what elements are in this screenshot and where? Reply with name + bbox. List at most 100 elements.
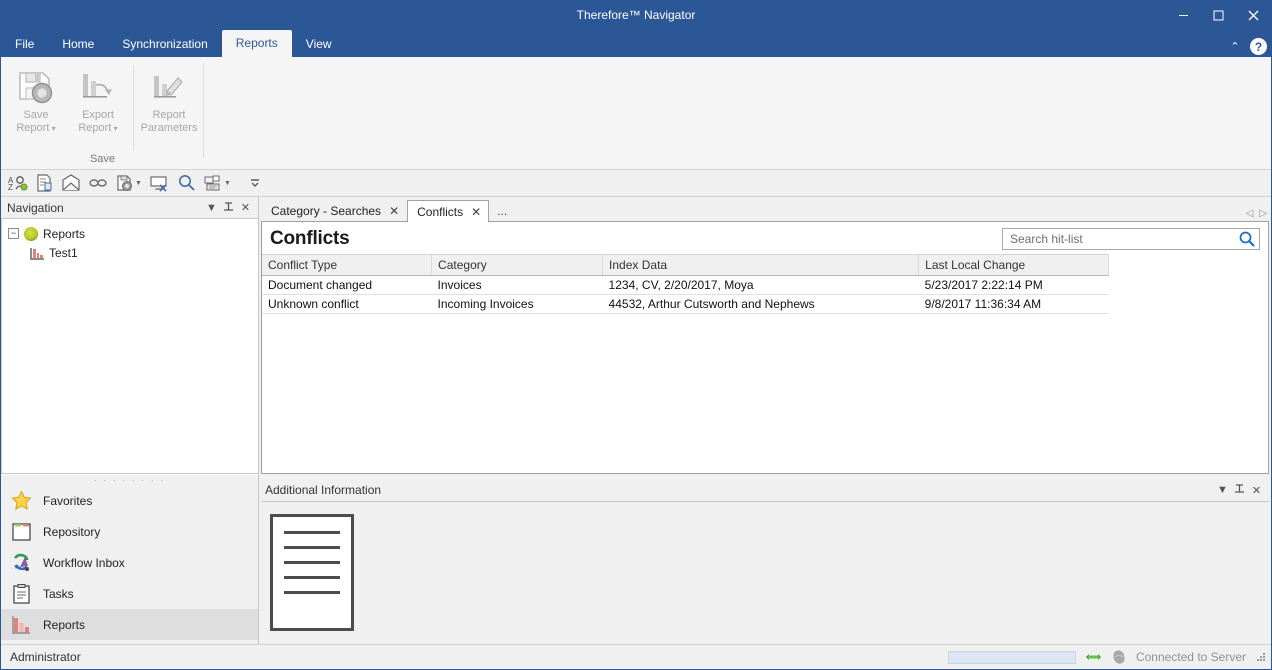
dropdown-icon[interactable]: ▼ [203, 199, 220, 216]
ribbon-tab-view[interactable]: View [292, 32, 346, 57]
sidebar-item-label: Tasks [43, 587, 74, 601]
search-icon[interactable] [1238, 230, 1256, 248]
document-properties-icon[interactable] [33, 172, 56, 194]
send-mail-icon[interactable] [59, 172, 83, 194]
ribbon-tab-home[interactable]: Home [48, 32, 108, 57]
column-header-index-data[interactable]: Index Data [603, 255, 919, 276]
cell-category: Incoming Invoices [432, 295, 603, 314]
dropdown-icon[interactable]: ▼ [1214, 482, 1231, 499]
resize-grip[interactable] [1255, 651, 1267, 663]
navigation-title: Navigation [7, 201, 203, 215]
save-report-button[interactable]: Save Report ▾ [5, 63, 67, 135]
search-hitlist-box[interactable] [1002, 228, 1260, 250]
ribbon-tab-bar: File Home Synchronization Reports View ⌃… [1, 30, 1271, 57]
maximize-button[interactable] [1201, 1, 1236, 30]
doc-line [284, 591, 340, 594]
ribbon-group-items: Save Report ▾ [5, 63, 200, 151]
server-icon [1111, 649, 1127, 665]
sidebar-item-label: Repository [43, 525, 100, 539]
save-report-icon [16, 67, 56, 107]
link-icon[interactable] [86, 172, 110, 194]
overflow-icon[interactable] [246, 172, 264, 194]
close-button[interactable] [1236, 1, 1271, 30]
tab-close-icon[interactable]: ✕ [389, 205, 399, 217]
status-bar: Administrator Connected to Server [1, 644, 1271, 669]
chevron-down-icon[interactable]: ▾ [49, 124, 55, 133]
tree-node-label: Test1 [49, 246, 78, 260]
status-user-label: Administrator [10, 650, 948, 664]
export-report-button[interactable]: Export Report ▾ [67, 63, 129, 135]
sidebar-item-workflow-inbox[interactable]: Workflow Inbox [1, 547, 258, 578]
chevron-down-icon[interactable]: ▼ [224, 180, 231, 187]
cell-conflict-type: Unknown conflict [262, 295, 432, 314]
close-icon[interactable]: ✕ [1248, 482, 1265, 499]
sidebar-item-tasks[interactable]: Tasks [1, 578, 258, 609]
page-title: Conflicts [270, 228, 992, 250]
cell-last-local-change: 9/8/2017 11:36:34 AM [919, 295, 1109, 314]
save-as-icon[interactable]: ▼ [113, 172, 144, 194]
remove-from-screen-icon[interactable] [147, 172, 172, 194]
column-header-last-local-change[interactable]: Last Local Change [919, 255, 1109, 276]
pin-icon[interactable] [1231, 482, 1248, 499]
navigation-pane: Navigation ▼ ✕ − Reports [1, 197, 259, 644]
save-report-label-line1: Save [23, 109, 48, 121]
tree-node-test1[interactable]: Test1 [2, 243, 258, 262]
table-row[interactable]: Unknown conflict Incoming Invoices 44532… [262, 295, 1109, 314]
ribbon-tab-file[interactable]: File [1, 32, 48, 57]
tab-category-searches[interactable]: Category - Searches ✕ [261, 200, 407, 221]
document-preview-icon[interactable] [270, 514, 354, 631]
doc-line [284, 531, 340, 534]
chevron-down-icon[interactable]: ▼ [135, 180, 142, 187]
report-parameters-button[interactable]: Report Parameters [138, 63, 200, 135]
ribbon-tab-synchronization[interactable]: Synchronization [108, 32, 221, 57]
tab-overflow-button[interactable]: ... [489, 204, 515, 218]
clipboard-icon [11, 583, 32, 604]
navigation-header: Navigation ▼ ✕ [1, 197, 258, 218]
tab-conflicts[interactable]: Conflicts ✕ [407, 200, 489, 222]
chevron-up-icon[interactable]: ⌃ [1228, 40, 1242, 53]
table-row[interactable]: Document changed Invoices 1234, CV, 2/20… [262, 276, 1109, 295]
conflicts-panel-header: Conflicts [262, 222, 1268, 254]
tab-close-icon[interactable]: ✕ [471, 206, 481, 218]
tab-next-icon[interactable]: ▷ [1259, 208, 1267, 219]
workflow-icon[interactable]: ▼ [201, 172, 233, 194]
column-header-conflict-type[interactable]: Conflict Type [262, 255, 432, 276]
minimize-button[interactable] [1166, 1, 1201, 30]
ribbon-tab-reports[interactable]: Reports [222, 30, 292, 57]
title-bar: Therefore™ Navigator [1, 1, 1271, 30]
search-icon[interactable] [175, 172, 198, 194]
save-report-label: Save Report ▾ [16, 109, 55, 135]
svg-text:Z: Z [8, 183, 13, 192]
tab-prev-icon[interactable]: ◁ [1246, 208, 1254, 219]
additional-information-body [261, 501, 1269, 644]
ribbon-right-controls: ⌃ ? [1228, 38, 1267, 55]
table-body: Document changed Invoices 1234, CV, 2/20… [262, 276, 1109, 314]
navigation-splitter[interactable]: · · · · · · · · [1, 474, 258, 485]
status-connection-label: Connected to Server [1136, 650, 1246, 664]
content-area: Category - Searches ✕ Conflicts ✕ ... ◁ … [259, 197, 1271, 644]
tree-node-reports[interactable]: − Reports [2, 224, 258, 243]
additional-information-panel: Additional Information ▼ ✕ [261, 479, 1269, 644]
star-icon [11, 490, 32, 511]
column-header-category[interactable]: Category [432, 255, 603, 276]
close-icon[interactable]: ✕ [237, 199, 254, 216]
sidebar-item-label: Workflow Inbox [43, 556, 125, 570]
sidebar-item-label: Favorites [43, 494, 92, 508]
export-report-icon [78, 67, 118, 107]
chevron-down-icon[interactable]: ▾ [111, 124, 117, 133]
search-input[interactable] [1010, 232, 1238, 246]
report-parameters-label-line1: Report [152, 109, 185, 121]
help-icon[interactable]: ? [1250, 38, 1267, 55]
sidebar-item-reports[interactable]: Reports [1, 609, 258, 640]
sidebar-item-repository[interactable]: Repository [1, 516, 258, 547]
main-area: Navigation ▼ ✕ − Reports [1, 197, 1271, 644]
expander-icon[interactable]: − [8, 228, 19, 239]
report-parameters-label: Report Parameters [141, 109, 198, 135]
find-users-icon[interactable]: A Z [6, 172, 30, 194]
report-parameters-label-line2: Parameters [141, 122, 198, 134]
tab-navigation-arrows: ◁ ▷ [1246, 208, 1267, 219]
export-report-label-line2: Report [78, 122, 111, 134]
pin-icon[interactable] [220, 199, 237, 216]
quick-access-toolbar: A Z [1, 170, 1271, 197]
sidebar-item-favorites[interactable]: Favorites [1, 485, 258, 516]
